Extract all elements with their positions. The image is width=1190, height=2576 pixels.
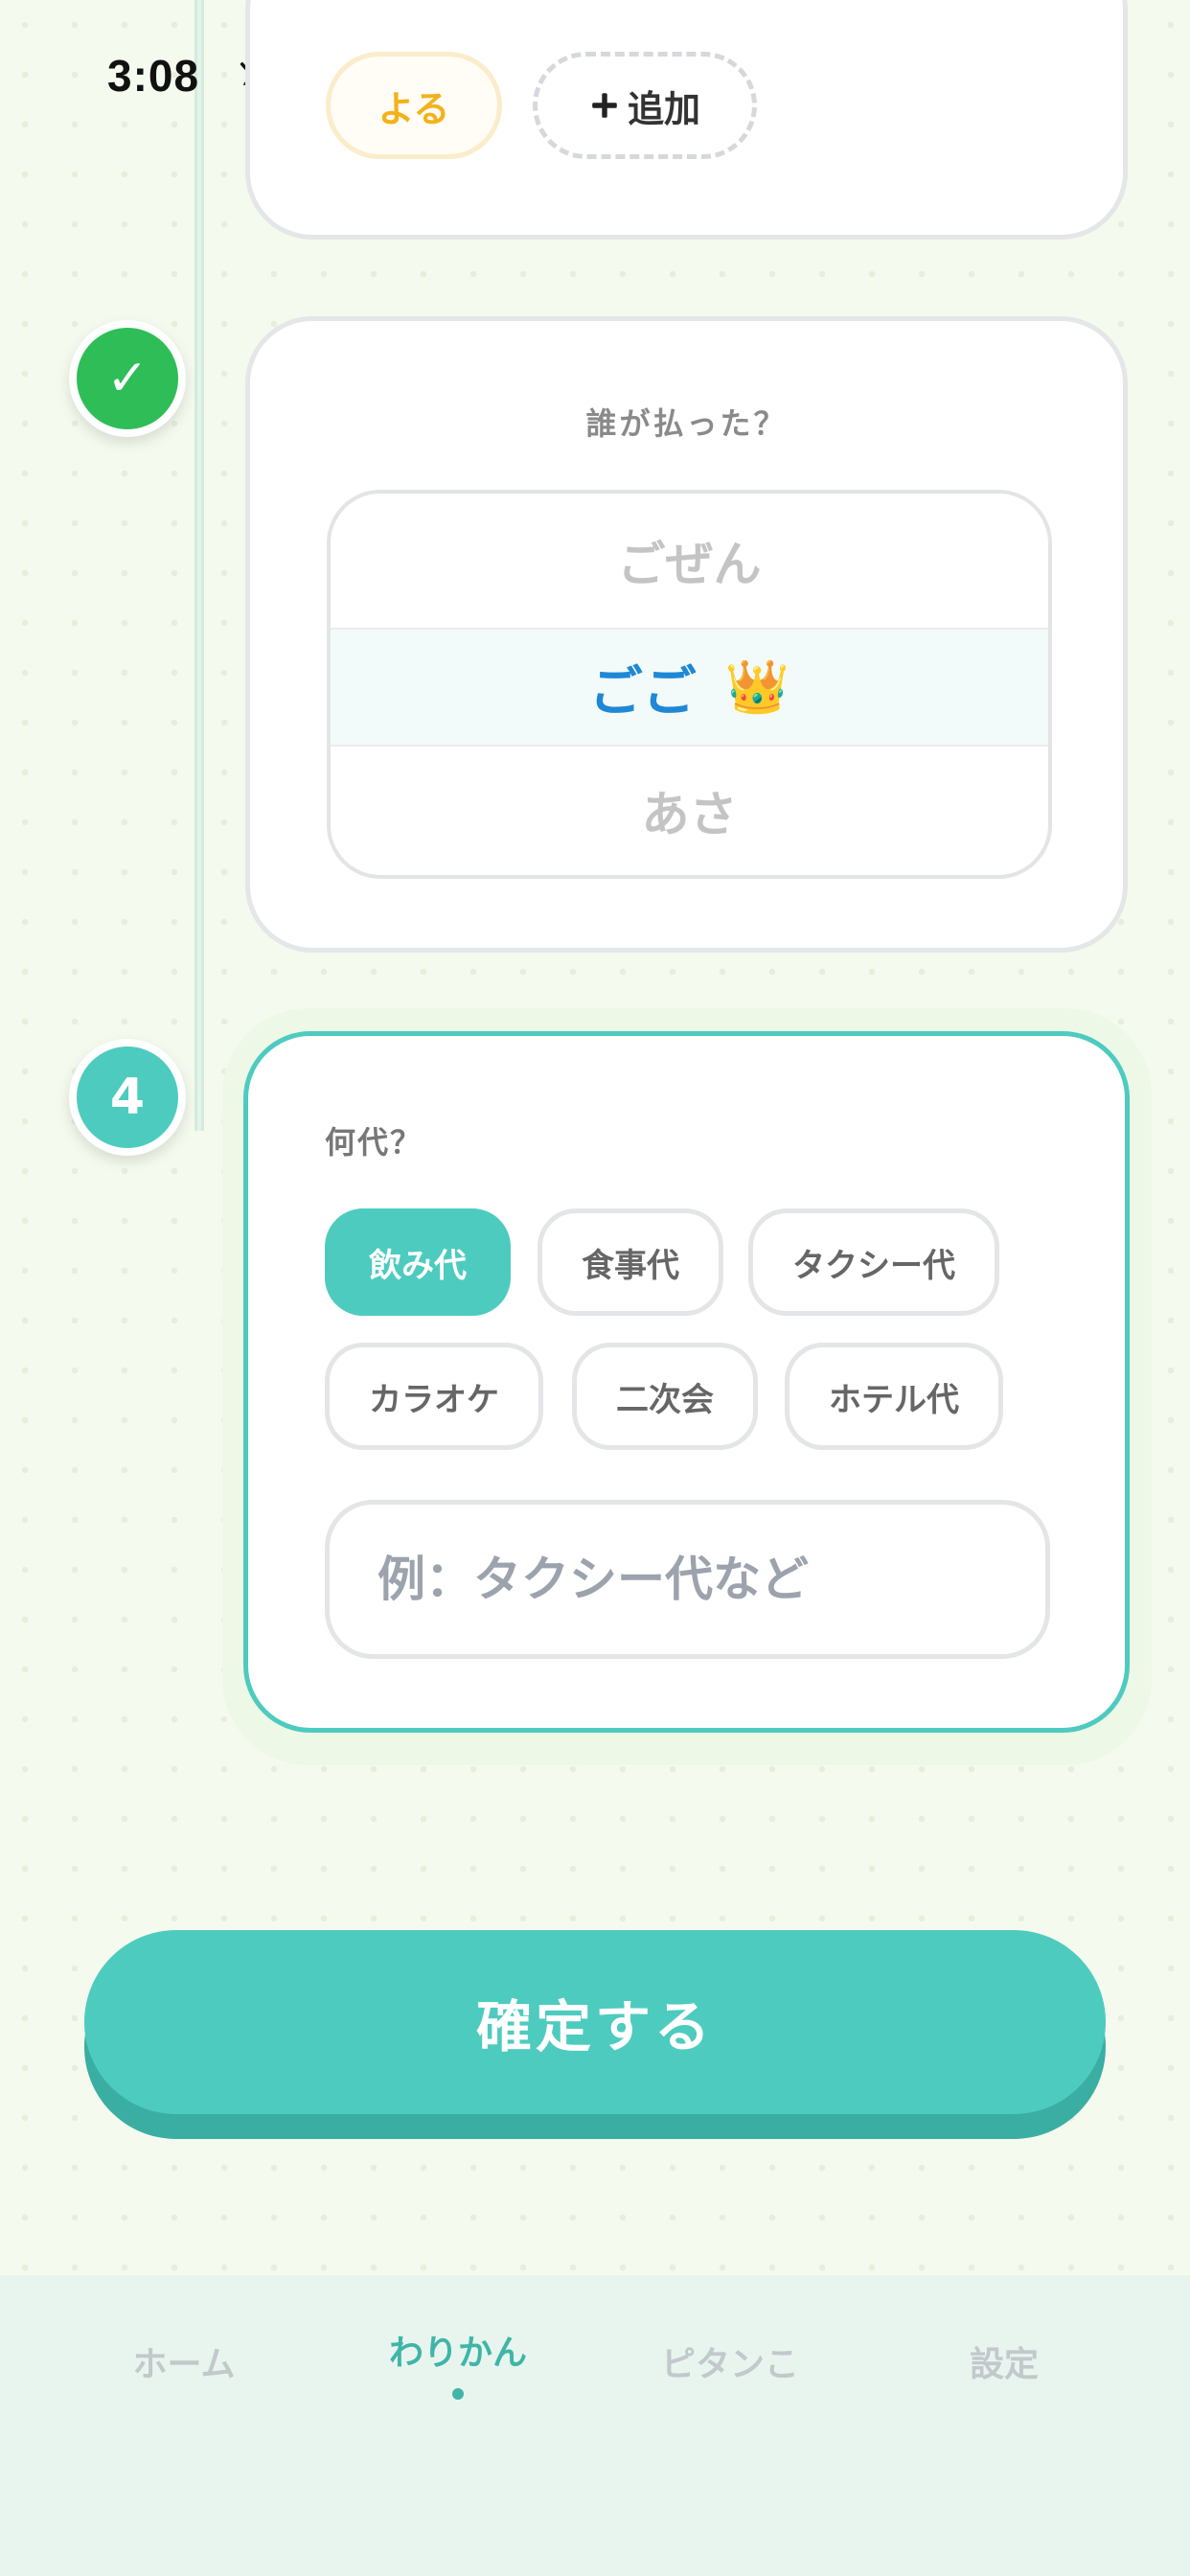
- tab-settings[interactable]: 設定: [889, 2336, 1119, 2386]
- tab-home[interactable]: ホーム: [69, 2336, 299, 2386]
- confirm-button[interactable]: 確定する: [84, 1930, 1106, 2114]
- picker-option[interactable]: あさ: [331, 747, 1048, 875]
- category-chip-hotel[interactable]: ホテル代: [785, 1343, 1003, 1450]
- category-chip-taxi[interactable]: タクシー代: [748, 1208, 999, 1316]
- category-question: 何代？: [325, 1124, 423, 1161]
- payer-card: 誰が払った？ ごぜん ごご 👑 あさ: [245, 316, 1128, 953]
- picker-option-label: あさ: [641, 787, 738, 842]
- time-slot-chip-yoru[interactable]: よる: [326, 52, 502, 159]
- tab-label: ホーム: [132, 2345, 236, 2384]
- category-custom-input[interactable]: [325, 1500, 1050, 1659]
- plus-icon: [592, 93, 617, 118]
- timeline-line: [195, 0, 204, 1131]
- tab-warikan[interactable]: わりかん: [343, 2325, 573, 2400]
- tab-bar: ホーム わりかん ピタンこ 設定: [0, 2275, 1190, 2576]
- step-number-badge: 4: [69, 1039, 186, 1156]
- crown-icon: 👑: [724, 656, 790, 717]
- tab-pitanko[interactable]: ピタンこ: [615, 2336, 845, 2386]
- picker-option[interactable]: ごぜん: [331, 494, 1048, 628]
- step-complete-check-icon: ✓: [69, 320, 186, 437]
- active-tab-dot: [452, 2388, 464, 2400]
- add-time-slot-button[interactable]: 追加: [533, 52, 757, 159]
- category-chip-drinks[interactable]: 飲み代: [325, 1208, 511, 1316]
- category-chip-afterparty[interactable]: 二次会: [572, 1343, 758, 1450]
- status-time: 3:08: [107, 51, 200, 101]
- category-chip-meal[interactable]: 食事代: [538, 1208, 723, 1316]
- tab-label: 設定: [969, 2345, 1039, 2384]
- payer-picker[interactable]: ごぜん ごご 👑 あさ: [327, 490, 1052, 879]
- tab-label: ピタンこ: [660, 2345, 799, 2384]
- tab-label: わりかん: [388, 2334, 527, 2373]
- payer-question: 誰が払った？: [585, 405, 788, 442]
- add-label: 追加: [627, 87, 700, 130]
- category-card: 何代？ 飲み代 食事代 タクシー代 カラオケ 二次会 ホテル代: [243, 1031, 1130, 1733]
- picker-option-label: ごご: [588, 660, 697, 724]
- category-chip-karaoke[interactable]: カラオケ: [325, 1343, 543, 1450]
- picker-option-label: ごぜん: [617, 537, 762, 592]
- picker-option-selected[interactable]: ごご 👑: [331, 628, 1048, 747]
